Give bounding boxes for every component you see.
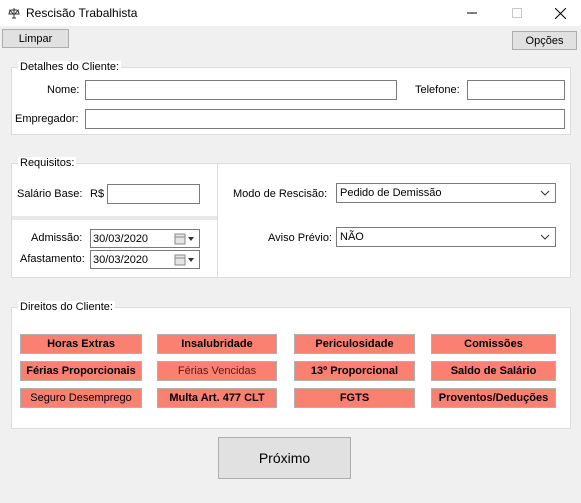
phone-input[interactable] xyxy=(467,80,565,100)
requirements-legend: Requisitos: xyxy=(18,157,77,169)
leave-date-value: 30/03/2020 xyxy=(93,253,149,266)
earnings-deductions-button[interactable]: Proventos/Deduções xyxy=(431,388,556,408)
salary-balance-button[interactable]: Saldo de Salário xyxy=(431,361,556,381)
maximize-icon xyxy=(512,8,522,18)
proportional-13th-button[interactable]: 13º Proporcional xyxy=(294,361,415,381)
employer-label: Empregador: xyxy=(15,113,79,125)
fgts-button[interactable]: FGTS xyxy=(294,388,415,408)
admission-date-value: 30/03/2020 xyxy=(93,232,149,245)
notice-value: NÃO xyxy=(340,231,364,243)
chevron-down-icon xyxy=(540,190,550,196)
client-details-legend: Detalhes do Cliente: xyxy=(18,61,122,73)
admission-label: Admissão: xyxy=(31,232,83,244)
salary-input[interactable] xyxy=(107,184,200,204)
rights-legend: Direitos do Cliente: xyxy=(18,301,115,313)
leave-date-picker[interactable]: 30/03/2020 xyxy=(90,250,200,269)
phone-label: Telefone: xyxy=(415,84,460,96)
commissions-button[interactable]: Comissões xyxy=(431,334,556,354)
employer-input[interactable] xyxy=(85,109,565,129)
currency-label: R$ xyxy=(90,188,105,200)
admission-date-picker[interactable]: 30/03/2020 xyxy=(90,229,200,248)
fine-477-button[interactable]: Multa Art. 477 CLT xyxy=(157,388,277,408)
options-button[interactable]: Opções xyxy=(512,31,577,50)
calendar-dropdown-icon xyxy=(174,254,194,266)
minimize-button[interactable] xyxy=(452,0,492,26)
calendar-dropdown-icon xyxy=(174,233,194,245)
close-button[interactable] xyxy=(540,0,580,26)
proportional-vacation-button[interactable]: Férias Proporcionais xyxy=(20,361,142,381)
hazard-pay-button[interactable]: Periculosidade xyxy=(294,334,415,354)
maximize-button[interactable] xyxy=(497,0,537,26)
termination-mode-value: Pedido de Demissão xyxy=(340,187,442,199)
window-title: Rescisão Trabalhista xyxy=(26,6,138,20)
overtime-button[interactable]: Horas Extras xyxy=(20,334,142,354)
salary-label: Salário Base: xyxy=(17,188,83,200)
chevron-down-icon xyxy=(540,234,550,240)
close-icon xyxy=(554,7,566,19)
notice-select[interactable]: NÃO xyxy=(336,227,556,247)
minimize-icon xyxy=(467,12,477,14)
overdue-vacation-button[interactable]: Férias Vencidas xyxy=(157,361,277,381)
termination-mode-label: Modo de Rescisão: xyxy=(233,188,328,200)
app-icon xyxy=(8,8,20,19)
leave-label: Afastamento: xyxy=(20,253,85,265)
termination-mode-select[interactable]: Pedido de Demissão xyxy=(336,183,556,203)
requirements-divider-horizontal xyxy=(12,216,217,220)
title-bar: Rescisão Trabalhista xyxy=(0,0,581,26)
insalubrity-button[interactable]: Insalubridade xyxy=(157,334,277,354)
next-button[interactable]: Próximo xyxy=(218,437,351,479)
unemployment-insurance-button[interactable]: Seguro Desemprego xyxy=(20,388,142,408)
name-label: Nome: xyxy=(47,84,80,96)
requirements-divider-vertical xyxy=(217,163,218,278)
notice-label: Aviso Prévio: xyxy=(268,232,332,244)
name-input[interactable] xyxy=(85,80,397,100)
clear-button[interactable]: Limpar xyxy=(2,29,69,48)
